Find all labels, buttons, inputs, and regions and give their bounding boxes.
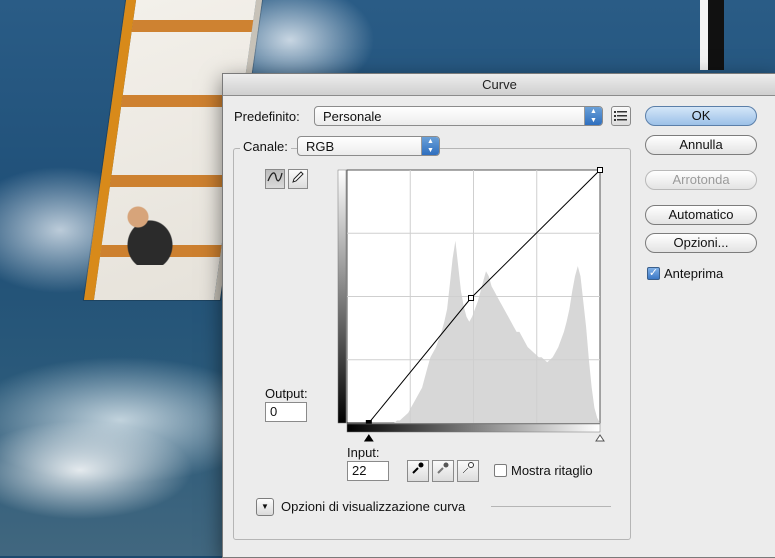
smooth-button[interactable]: Arrotonda (645, 170, 757, 190)
options-button[interactable]: Opzioni... (645, 233, 757, 253)
display-options-label: Opzioni di visualizzazione curva (281, 499, 466, 514)
chevron-updown-icon: ▲ ▼ (584, 107, 602, 125)
output-label: Output: (265, 386, 308, 401)
canvas-edge (700, 0, 708, 70)
input-gradient-bar (346, 423, 601, 433)
white-point-slider[interactable] (595, 434, 605, 442)
channel-value: RGB (306, 139, 335, 154)
curve-point[interactable] (468, 294, 475, 301)
black-point-slider[interactable] (363, 434, 374, 442)
preview-label: Anteprima (664, 266, 724, 281)
black-point-eyedropper-icon[interactable] (407, 460, 429, 482)
curves-dialog: Curve Predefinito: Personale ▲ ▼ OK Annul… (222, 73, 775, 558)
preset-label: Predefinito: (234, 109, 300, 124)
auto-button[interactable]: Automatico (645, 205, 757, 225)
white-point-eyedropper-icon[interactable] (457, 460, 479, 482)
gray-point-eyedropper-icon[interactable] (432, 460, 454, 482)
curve-point[interactable] (597, 167, 603, 173)
disclosure-triangle-icon[interactable]: ▼ (256, 498, 274, 516)
output-gradient-bar (337, 169, 347, 424)
cancel-button[interactable]: Annulla (645, 135, 757, 155)
input-field[interactable]: 22 (347, 461, 389, 481)
preset-value: Personale (323, 109, 382, 124)
channel-select[interactable]: RGB ▲ ▼ (297, 136, 440, 156)
curve-point-tool-icon[interactable] (265, 169, 285, 189)
windsurfer (118, 205, 178, 265)
channel-label: Canale: (240, 139, 291, 154)
input-label: Input: (347, 445, 380, 460)
chevron-updown-icon: ▲ ▼ (421, 137, 439, 155)
dialog-title: Curve (223, 74, 775, 96)
canvas-border (708, 0, 724, 70)
preset-select[interactable]: Personale ▲ ▼ (314, 106, 603, 126)
output-field[interactable]: 0 (265, 402, 307, 422)
curves-graph[interactable] (325, 166, 615, 446)
ok-button[interactable]: OK (645, 106, 757, 126)
preset-options-icon[interactable] (611, 106, 631, 126)
pencil-icon[interactable] (288, 169, 308, 189)
preview-checkbox[interactable]: ✓ (647, 267, 660, 280)
show-clipping-label: Mostra ritaglio (511, 463, 593, 478)
show-clipping-checkbox[interactable] (494, 464, 507, 477)
separator (491, 506, 611, 507)
